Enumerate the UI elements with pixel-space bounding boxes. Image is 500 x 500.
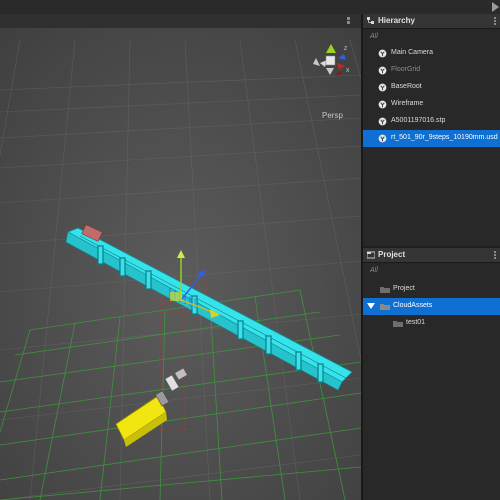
hierarchy-item[interactable]: Main Camera xyxy=(363,45,500,62)
project-icon xyxy=(367,251,375,259)
project-tree-item[interactable]: CloudAssets xyxy=(363,298,500,315)
project-filter[interactable]: All xyxy=(363,263,500,279)
gear-icon xyxy=(378,100,387,109)
project-tree-item[interactable]: Project xyxy=(363,281,500,298)
gear-icon xyxy=(378,66,387,75)
expand-arrow-icon[interactable] xyxy=(367,303,375,309)
project-header: Project xyxy=(363,248,500,263)
top-toolbar xyxy=(0,0,500,15)
axis-label-z: Z xyxy=(344,46,347,52)
gear-icon xyxy=(378,134,387,143)
folder-icon xyxy=(393,321,403,327)
project-tree: Project CloudAssets test01 xyxy=(363,281,500,332)
project-tree-item[interactable]: test01 xyxy=(363,315,500,332)
hierarchy-filter-text: All xyxy=(370,33,378,40)
hierarchy-menu-icon[interactable] xyxy=(494,17,497,26)
hierarchy-item[interactable]: FloorGrid xyxy=(363,62,500,79)
hierarchy-item-label: Wireframe xyxy=(391,100,424,107)
hierarchy-header: Hierarchy xyxy=(363,14,500,29)
hierarchy-icon xyxy=(367,17,374,24)
play-icon[interactable] xyxy=(492,2,499,12)
gear-icon xyxy=(378,49,387,58)
gear-icon xyxy=(378,117,387,126)
hierarchy-list: Main Camera FloorGrid BaseRoot Wireframe A50… xyxy=(363,45,500,147)
folder-icon xyxy=(380,304,390,310)
hierarchy-panel: Hierarchy All Main Camera FloorGrid BaseRo… xyxy=(363,14,500,246)
gear-icon xyxy=(378,83,387,92)
project-tree-item-label: Project xyxy=(393,285,415,292)
camera-mode-label[interactable]: Persp xyxy=(322,111,343,120)
hierarchy-item-label: BaseRoot xyxy=(391,83,422,90)
scene-canvas[interactable]: Z X xyxy=(0,28,361,500)
project-tree-item-label: CloudAssets xyxy=(393,302,433,309)
scene-viewport[interactable]: Z X Persp xyxy=(0,28,361,500)
hierarchy-title: Hierarchy xyxy=(378,16,415,25)
hierarchy-filter[interactable]: All xyxy=(363,29,500,45)
hierarchy-item-label: FloorGrid xyxy=(391,66,421,73)
hierarchy-item[interactable]: BaseRoot xyxy=(363,79,500,96)
project-tree-item-label: test01 xyxy=(406,319,426,326)
hierarchy-item[interactable]: rt_501_90r_9steps_10190mm.usd xyxy=(363,130,500,147)
viewport-header xyxy=(0,14,361,28)
hierarchy-item-label: A5001197016.stp xyxy=(391,117,446,124)
hierarchy-item-label: Main Camera xyxy=(391,49,434,56)
hierarchy-item[interactable]: A5001197016.stp xyxy=(363,113,500,130)
project-panel: Project All Project CloudAssets test01 xyxy=(363,248,500,500)
project-filter-text: All xyxy=(370,267,378,274)
project-menu-icon[interactable] xyxy=(494,251,497,260)
project-title: Project xyxy=(378,250,406,259)
hierarchy-item-label: rt_501_90r_9steps_10190mm.usd xyxy=(391,134,498,141)
viewport-menu-icon[interactable] xyxy=(347,17,355,25)
folder-icon xyxy=(380,287,390,293)
hierarchy-item[interactable]: Wireframe xyxy=(363,96,500,113)
